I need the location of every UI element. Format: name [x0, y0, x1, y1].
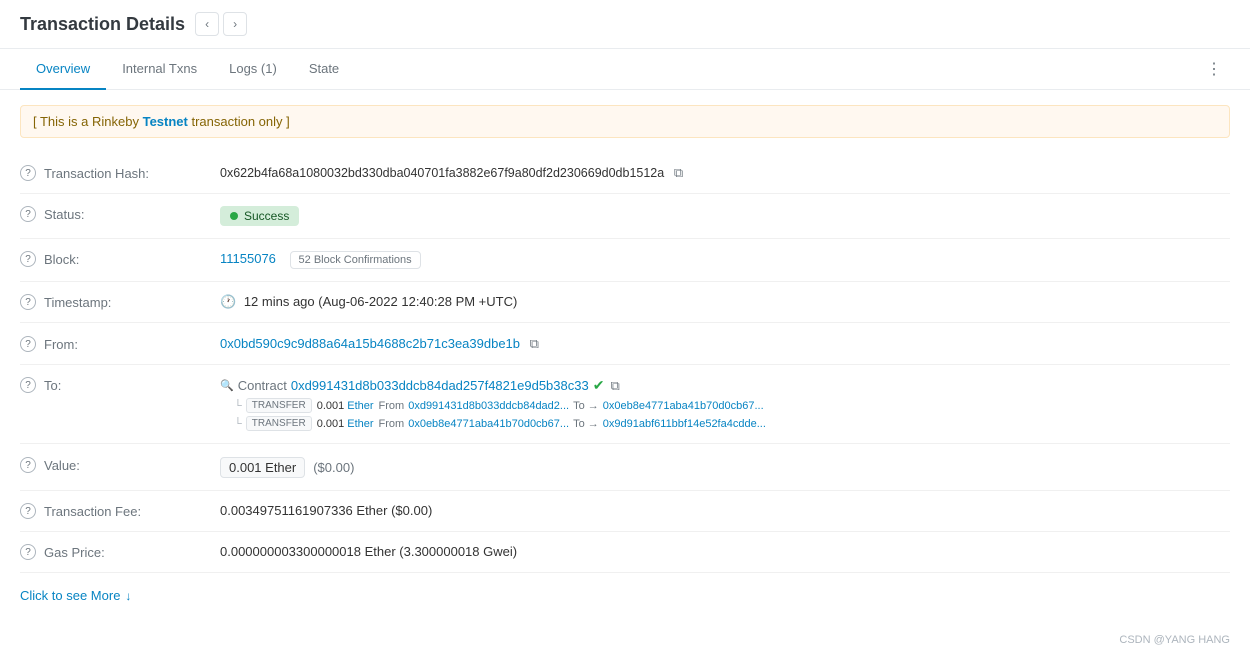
value-content: 0.001 Ether ($0.00)	[220, 457, 1230, 478]
tab-logs[interactable]: Logs (1)	[213, 49, 293, 90]
page-title: Transaction Details	[20, 14, 185, 35]
help-icon[interactable]: ?	[20, 503, 36, 519]
status-value: Success	[220, 206, 1230, 226]
help-icon[interactable]: ?	[20, 294, 36, 310]
timestamp-label: ? Timestamp:	[20, 294, 220, 310]
transfer-row-1: └ TRANSFER 0.001 Ether From 0xd991431d8b…	[234, 398, 1230, 413]
value-label: ? Value:	[20, 457, 220, 473]
from-address-link[interactable]: 0x0bd590c9c9d88a64a15b4688c2b71c3ea39dbe…	[220, 336, 520, 351]
transfer-row-2: └ TRANSFER 0.001 Ether From 0x0eb8e4771a…	[234, 416, 1230, 431]
value-row: ? Value: 0.001 Ether ($0.00)	[20, 445, 1230, 491]
block-number-link[interactable]: 11155076	[220, 251, 276, 266]
to-label: ? To:	[20, 377, 220, 393]
from-label: ? From:	[20, 336, 220, 352]
transfer-to-link-2[interactable]: 0x9d91abf611bbf14e52fa4cdde...	[603, 418, 766, 430]
contract-address-link[interactable]: 0xd991431d8b033ddcb84dad257f4821e9d5b38c…	[291, 378, 589, 393]
gas-price-value: 0.000000003300000018 Ether (3.300000018 …	[220, 544, 1230, 559]
transaction-hash-row: ? Transaction Hash: 0x622b4fa68a1080032b…	[20, 153, 1230, 194]
gas-price-label: ? Gas Price:	[20, 544, 220, 560]
tab-state[interactable]: State	[293, 49, 355, 90]
transaction-hash-label: ? Transaction Hash:	[20, 165, 220, 181]
contract-line: 🔍 Contract 0xd991431d8b033ddcb84dad257f4…	[220, 377, 1230, 394]
to-row: ? To: 🔍 Contract 0xd991431d8b033ddcb84da…	[20, 365, 1230, 444]
testnet-banner: [ This is a Rinkeby Testnet transaction …	[20, 105, 1230, 138]
help-icon[interactable]: ?	[20, 165, 36, 181]
block-label: ? Block:	[20, 251, 220, 267]
tab-internal-txns[interactable]: Internal Txns	[106, 49, 213, 90]
transfer-token-link-1[interactable]: Ether	[347, 400, 373, 412]
contract-search-icon: 🔍	[220, 379, 234, 392]
to-value: 🔍 Contract 0xd991431d8b033ddcb84dad257f4…	[220, 377, 1230, 431]
help-icon[interactable]: ?	[20, 206, 36, 222]
copy-from-icon[interactable]: ⧉	[530, 336, 539, 351]
copy-hash-icon[interactable]: ⧉	[674, 165, 683, 180]
status-row: ? Status: Success	[20, 194, 1230, 239]
block-row: ? Block: 11155076 52 Block Confirmations	[20, 239, 1230, 282]
details-table: ? Transaction Hash: 0x622b4fa68a1080032b…	[0, 153, 1250, 573]
more-options-button[interactable]: ⋮	[1198, 51, 1230, 87]
from-row: ? From: 0x0bd590c9c9d88a64a15b4688c2b71c…	[20, 324, 1230, 365]
transaction-fee-value: 0.00349751161907336 Ether ($0.00)	[220, 503, 1230, 518]
gas-price-row: ? Gas Price: 0.000000003300000018 Ether …	[20, 532, 1230, 573]
transfer-token-link-2[interactable]: Ether	[347, 418, 373, 430]
tx-hash-text: 0x622b4fa68a1080032bd330dba040701fa3882e…	[220, 166, 664, 180]
help-icon[interactable]: ?	[20, 377, 36, 393]
transfer-amount-2: 0.001	[317, 418, 345, 430]
clock-icon: 🕐	[220, 294, 236, 309]
transfer-from-link-1[interactable]: 0xd991431d8b033ddcb84dad2...	[408, 400, 569, 412]
copy-contract-icon[interactable]: ⧉	[610, 378, 619, 394]
footer-credit: CSDN @YANG HANG	[1119, 634, 1230, 646]
help-icon[interactable]: ?	[20, 251, 36, 267]
from-value: 0x0bd590c9c9d88a64a15b4688c2b71c3ea39dbe…	[220, 336, 1230, 352]
help-icon[interactable]: ?	[20, 544, 36, 560]
contract-label: Contract	[238, 378, 287, 393]
click-more-section[interactable]: Click to see More ↓	[0, 573, 1250, 618]
click-more-text[interactable]: Click to see More	[20, 588, 120, 603]
transaction-fee-label: ? Transaction Fee:	[20, 503, 220, 519]
tab-overview[interactable]: Overview	[20, 49, 106, 90]
transaction-hash-value: 0x622b4fa68a1080032bd330dba040701fa3882e…	[220, 165, 1230, 181]
help-icon[interactable]: ?	[20, 336, 36, 352]
testnet-highlight: Testnet	[143, 114, 188, 129]
timestamp-value: 🕐 12 mins ago (Aug-06-2022 12:40:28 PM +…	[220, 294, 1230, 310]
block-value: 11155076 52 Block Confirmations	[220, 251, 1230, 269]
next-arrow-button[interactable]: ›	[223, 12, 247, 36]
value-usd: ($0.00)	[313, 460, 354, 475]
header: Transaction Details ‹ ›	[0, 0, 1250, 49]
transaction-fee-row: ? Transaction Fee: 0.00349751161907336 E…	[20, 491, 1230, 532]
block-confirmations-badge: 52 Block Confirmations	[290, 251, 421, 269]
verified-checkmark-icon: ✔	[593, 377, 605, 394]
timestamp-row: ? Timestamp: 🕐 12 mins ago (Aug-06-2022 …	[20, 282, 1230, 323]
transfer-from-link-2[interactable]: 0x0eb8e4771aba41b70d0cb67...	[408, 418, 569, 430]
status-badge: Success	[220, 206, 299, 226]
transfer-label-2: TRANSFER	[246, 416, 312, 431]
transfer-to-link-1[interactable]: 0x0eb8e4771aba41b70d0cb67...	[603, 400, 764, 412]
click-more-arrow-icon: ↓	[125, 589, 131, 603]
help-icon[interactable]: ?	[20, 457, 36, 473]
transfer-amount-1: 0.001	[317, 400, 345, 412]
prev-arrow-button[interactable]: ‹	[195, 12, 219, 36]
status-label: ? Status:	[20, 206, 220, 222]
tabs-container: Overview Internal Txns Logs (1) State ⋮	[0, 49, 1250, 90]
transfer-label-1: TRANSFER	[246, 398, 312, 413]
value-amount-badge: 0.001 Ether	[220, 457, 305, 478]
status-dot	[230, 212, 238, 220]
